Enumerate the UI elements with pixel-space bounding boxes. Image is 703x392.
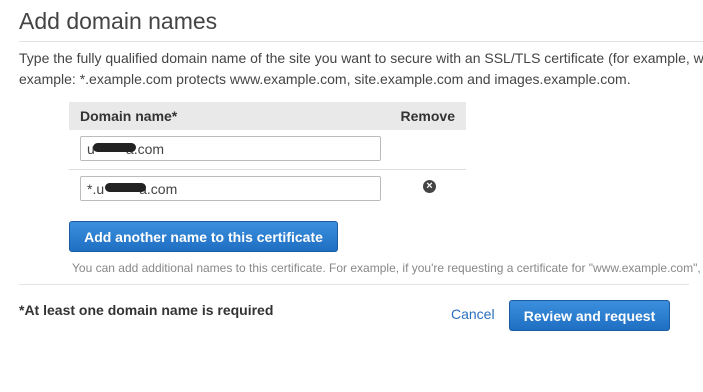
review-and-request-button[interactable]: Review and request: [509, 300, 670, 331]
add-another-name-button[interactable]: Add another name to this certificate: [69, 221, 338, 252]
add-domain-names-page: Add domain names Type the fully qualifie…: [0, 0, 703, 392]
close-circle-icon[interactable]: ×: [423, 180, 436, 193]
table-header: Domain name* Remove: [69, 102, 466, 130]
intro-text: Type the fully qualified domain name of …: [19, 48, 703, 90]
intro-line-1: Type the fully qualified domain name of …: [19, 50, 703, 66]
title-divider: [19, 41, 703, 42]
redaction-mark: [105, 183, 146, 192]
remove-column-header: Remove: [400, 108, 455, 124]
intro-line-2: example: *.example.com protects www.exam…: [19, 71, 631, 87]
domain-name-column-header: Domain name*: [80, 108, 178, 124]
required-note: *At least one domain name is required: [19, 302, 274, 318]
cancel-link[interactable]: Cancel: [451, 306, 495, 322]
table-row: ×: [69, 170, 466, 209]
page-title: Add domain names: [19, 8, 218, 34]
domain-names-table: Domain name* Remove ×: [69, 102, 466, 209]
additional-names-hint: You can add additional names to this cer…: [72, 261, 701, 275]
redaction-mark: [93, 143, 136, 152]
footer-divider: [19, 284, 689, 285]
table-row: [69, 130, 466, 170]
